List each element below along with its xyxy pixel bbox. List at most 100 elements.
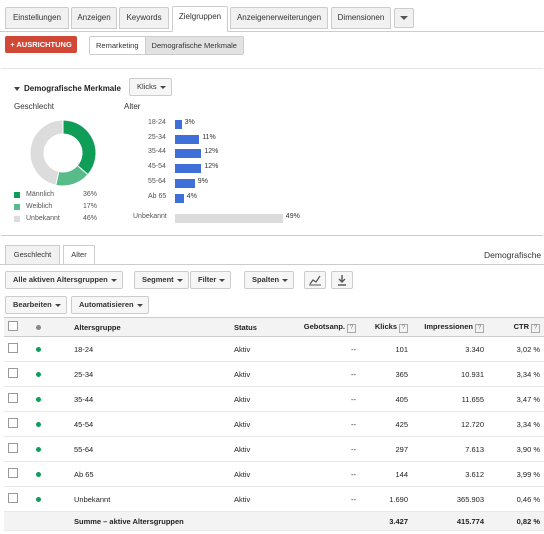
cell-altersgruppe: 55-64: [70, 436, 230, 462]
panel-title[interactable]: Demografische Merkmale: [14, 84, 121, 93]
age-bar: [175, 214, 283, 224]
cell-status: Aktiv: [230, 461, 282, 487]
cell-klicks: 365: [360, 361, 412, 387]
row-checkbox[interactable]: [4, 361, 32, 387]
tab-keywords[interactable]: Keywords: [119, 7, 169, 29]
cell-altersgruppe: 35-44: [70, 386, 230, 412]
header-altersgruppe[interactable]: Altersgruppe: [70, 317, 230, 337]
cell-gebotsanp[interactable]: --: [282, 461, 360, 487]
legend-unknown-swatch: [14, 216, 20, 222]
tab-anzeigenerweiterungen[interactable]: Anzeigenerweiterungen: [230, 7, 328, 29]
metric-dropdown[interactable]: Klicks: [129, 78, 172, 96]
subtab-demographics[interactable]: Demografische Merkmale: [144, 37, 243, 54]
age-bar-label: Ab 65: [148, 192, 167, 200]
download-button[interactable]: [331, 271, 353, 289]
cell-gebotsanp[interactable]: --: [282, 336, 360, 362]
subtab-remarketing[interactable]: Remarketing: [90, 37, 145, 54]
row-checkbox[interactable]: [4, 436, 32, 462]
chart-button[interactable]: [304, 271, 326, 289]
cell-klicks: 1.690: [360, 486, 412, 512]
cell-klicks: 101: [360, 336, 412, 362]
header-impressionen[interactable]: Impressionen?: [412, 317, 488, 337]
age-group-filter-dropdown[interactable]: Alle aktiven Altersgruppen: [5, 271, 123, 289]
header-gebotsanp[interactable]: Gebotsanp.?: [282, 317, 360, 337]
help-icon[interactable]: ?: [347, 323, 356, 333]
add-targeting-button[interactable]: + AUSRICHTUNG: [5, 36, 77, 53]
cell-ctr: 3,99 %: [488, 461, 544, 487]
select-all-checkbox[interactable]: [4, 317, 32, 337]
age-bar-label: 45-54: [148, 163, 166, 171]
donut-slice-0: [62, 119, 97, 176]
age-bar-label: 25-34: [148, 133, 166, 141]
cell-gebotsanp[interactable]: --: [282, 436, 360, 462]
tab-anzeigen[interactable]: Anzeigen: [71, 7, 117, 29]
more-tabs-dropdown[interactable]: [394, 8, 414, 28]
legend-unknown-value: 46%: [83, 215, 98, 222]
legend-male-swatch: [14, 192, 20, 198]
gender-donut-chart: [29, 119, 97, 187]
cell-status: Aktiv: [230, 361, 282, 387]
age-bar-label: 35-44: [148, 148, 166, 156]
tab-geschlecht[interactable]: Geschlecht: [5, 245, 60, 265]
age-bar-value: 49%: [285, 213, 300, 221]
cell-ctr: 3,90 %: [488, 436, 544, 462]
chart-icon: [309, 275, 321, 286]
table-row: 18-24 Aktiv -- 101 3.340 3,02 %: [4, 336, 544, 362]
help-icon[interactable]: ?: [399, 323, 408, 333]
cell-impressionen: 3.340: [412, 336, 488, 362]
age-bar-value: 12%: [204, 163, 219, 171]
cell-gebotsanp[interactable]: --: [282, 361, 360, 387]
tab-zielgruppen[interactable]: Zielgruppen: [172, 6, 228, 32]
row-checkbox[interactable]: [4, 461, 32, 487]
header-status[interactable]: Status: [230, 317, 282, 337]
cell-klicks: 297: [360, 436, 412, 462]
segment-dropdown[interactable]: Segment: [134, 271, 189, 289]
header-klicks[interactable]: Klicks?: [360, 317, 412, 337]
total-impressionen: 415.774: [412, 511, 488, 531]
age-bar-value: 4%: [186, 192, 197, 200]
columns-dropdown[interactable]: Spalten: [244, 271, 295, 289]
cell-impressionen: 11.655: [412, 386, 488, 412]
status-dot: [32, 386, 70, 412]
cell-altersgruppe: 18-24: [70, 336, 230, 362]
age-bar: [175, 120, 182, 129]
cell-gebotsanp[interactable]: --: [282, 411, 360, 437]
divider: [0, 264, 544, 265]
tab-alter[interactable]: Alter: [63, 245, 95, 265]
help-icon[interactable]: ?: [475, 323, 484, 333]
cell-klicks: 405: [360, 386, 412, 412]
row-checkbox[interactable]: [4, 386, 32, 412]
cell-ctr: 3,34 %: [488, 411, 544, 437]
age-bar: [175, 134, 200, 144]
row-checkbox[interactable]: [4, 411, 32, 437]
legend-female-swatch: [14, 204, 20, 210]
total-gebotsanp: [282, 511, 360, 531]
cell-status: Aktiv: [230, 486, 282, 512]
cell-impressionen: 7.613: [412, 436, 488, 462]
tab-dimensionen[interactable]: Dimensionen: [331, 7, 391, 29]
cell-ctr: 3,47 %: [488, 386, 544, 412]
help-icon[interactable]: ?: [531, 323, 540, 333]
cell-gebotsanp[interactable]: --: [282, 486, 360, 512]
edit-dropdown[interactable]: Bearbeiten: [5, 296, 67, 314]
total-klicks: 3.427: [360, 511, 412, 531]
header-ctr[interactable]: CTR?: [488, 317, 544, 337]
age-label: Alter: [124, 102, 141, 111]
filter-dropdown[interactable]: Filter: [190, 271, 232, 289]
age-bar-label: 55-64: [148, 177, 166, 185]
table-row: Unbekannt Aktiv -- 1.690 365.903 0,46 %: [4, 486, 544, 512]
total-status: [230, 511, 282, 531]
tab-einstellungen[interactable]: Einstellungen: [5, 7, 69, 29]
status-dot: [32, 336, 70, 362]
cell-gebotsanp[interactable]: --: [282, 386, 360, 412]
table-row: 55-64 Aktiv -- 297 7.613 3,90 %: [4, 436, 544, 462]
cell-impressionen: 12.720: [412, 411, 488, 437]
legend-female-value: 17%: [83, 203, 98, 210]
donut-slice-2: [29, 119, 64, 186]
automate-dropdown[interactable]: Automatisieren: [71, 296, 149, 314]
row-checkbox[interactable]: [4, 336, 32, 362]
status-dot: [32, 436, 70, 462]
cell-klicks: 144: [360, 461, 412, 487]
row-checkbox[interactable]: [4, 486, 32, 512]
cell-status: Aktiv: [230, 336, 282, 362]
